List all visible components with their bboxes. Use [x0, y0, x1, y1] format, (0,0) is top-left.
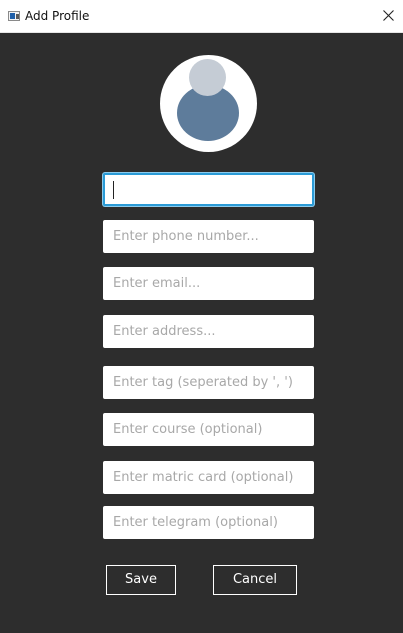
matric-card-input[interactable]	[103, 461, 314, 494]
window-app-icon	[8, 11, 20, 21]
course-input[interactable]	[103, 413, 314, 446]
window-title: Add Profile	[25, 9, 90, 23]
avatar-head-shape	[189, 59, 226, 96]
save-button[interactable]: Save	[106, 565, 176, 595]
title-bar: Add Profile	[0, 0, 403, 33]
tag-input[interactable]	[103, 366, 314, 399]
close-button[interactable]	[375, 0, 403, 32]
phone-number-input[interactable]	[103, 220, 314, 253]
email-input[interactable]	[103, 267, 314, 300]
cancel-button[interactable]: Cancel	[213, 565, 297, 595]
text-caret	[113, 181, 114, 199]
address-input[interactable]	[103, 315, 314, 348]
telegram-input[interactable]	[103, 506, 314, 539]
add-profile-window: Add Profile Save Cancel	[0, 0, 403, 633]
user-avatar-icon	[160, 55, 257, 152]
close-icon	[383, 10, 394, 21]
name-input[interactable]	[103, 173, 314, 206]
